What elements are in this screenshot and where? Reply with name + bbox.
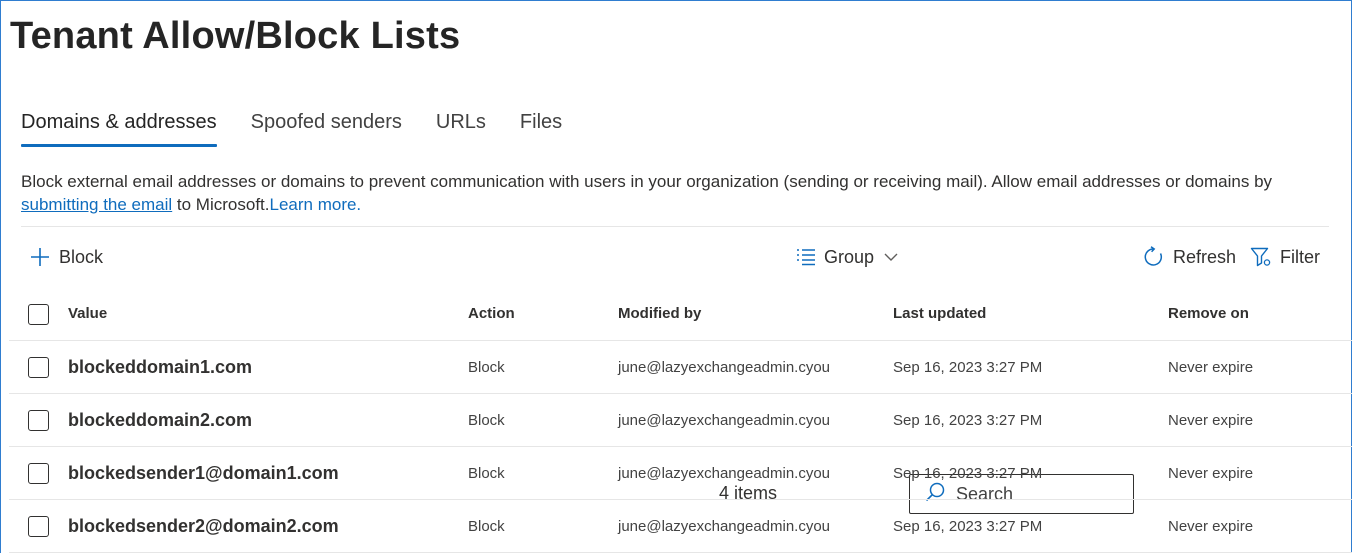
submitting-email-link[interactable]: submitting the email <box>21 195 172 214</box>
column-header-value[interactable]: Value <box>68 288 107 341</box>
cell-action: Block <box>468 465 505 482</box>
tab-files[interactable]: Files <box>520 109 562 147</box>
cell-value[interactable]: blockedsender1@domain1.com <box>68 447 339 500</box>
cell-remove-on: Never expire <box>1168 465 1254 482</box>
row-checkbox[interactable] <box>28 357 49 378</box>
chevron-down-icon <box>884 252 898 262</box>
table-row[interactable]: blockeddomain1.com Block june@lazyexchan… <box>9 341 1352 394</box>
list-icon <box>795 247 817 267</box>
filter-icon <box>1250 246 1272 268</box>
block-button[interactable]: Block <box>29 237 103 277</box>
row-checkbox[interactable] <box>28 516 49 537</box>
tab-spoofed-senders[interactable]: Spoofed senders <box>251 109 402 147</box>
cell-last-updated: Sep 16, 2023 3:27 PM <box>893 359 1043 376</box>
row-checkbox[interactable] <box>28 410 49 431</box>
description-text: Block external email addresses or domain… <box>21 172 1273 191</box>
cell-value[interactable]: blockedsender2@domain2.com <box>68 500 339 553</box>
page-description: Block external email addresses or domain… <box>21 170 1321 216</box>
group-label: Group <box>824 246 875 267</box>
cell-modified-by: june@lazyexchangeadmin.cyou <box>618 412 831 429</box>
column-header-remove-on[interactable]: Remove on <box>1168 288 1249 341</box>
cell-modified-by: june@lazyexchangeadmin.cyou <box>618 359 831 376</box>
cell-remove-on: Never expire <box>1168 518 1254 535</box>
cell-modified-by: june@lazyexchangeadmin.cyou <box>618 518 831 535</box>
learn-more-link[interactable]: Learn more. <box>270 195 362 214</box>
cell-last-updated: Sep 16, 2023 3:27 PM <box>893 465 1043 482</box>
page-title: Tenant Allow/Block Lists <box>10 15 461 57</box>
description-text-2: to Microsoft. <box>172 195 270 214</box>
refresh-button[interactable]: Refresh <box>1143 237 1236 277</box>
plus-icon <box>29 246 51 268</box>
entries-table: Value Action Modified by Last updated Re… <box>9 288 1352 553</box>
app-frame: Tenant Allow/Block Lists Domains & addre… <box>0 0 1352 553</box>
table-row[interactable]: blockedsender2@domain2.com Block june@la… <box>9 500 1352 553</box>
refresh-label: Refresh <box>1173 246 1237 267</box>
group-button[interactable]: Group <box>795 237 898 277</box>
column-header-modified-by[interactable]: Modified by <box>618 288 701 341</box>
cell-last-updated: Sep 16, 2023 3:27 PM <box>893 412 1043 429</box>
table-row[interactable]: blockedsender1@domain1.com Block june@la… <box>9 447 1352 500</box>
filter-button[interactable]: Filter <box>1250 237 1320 277</box>
tab-bar: Domains & addresses Spoofed senders URLs… <box>21 109 596 149</box>
block-label: Block <box>59 246 104 267</box>
cell-remove-on: Never expire <box>1168 412 1254 429</box>
cell-modified-by: june@lazyexchangeadmin.cyou <box>618 465 831 482</box>
tab-urls[interactable]: URLs <box>436 109 486 147</box>
refresh-icon <box>1143 246 1165 268</box>
cell-value[interactable]: blockeddomain1.com <box>68 341 252 394</box>
cell-remove-on: Never expire <box>1168 359 1254 376</box>
command-bar: Block 4 items Group Search Refresh Filte… <box>1 237 1352 514</box>
select-all-checkbox[interactable] <box>28 304 49 325</box>
cell-action: Block <box>468 359 505 376</box>
column-header-action[interactable]: Action <box>468 288 515 341</box>
cell-last-updated: Sep 16, 2023 3:27 PM <box>893 518 1043 535</box>
table-row[interactable]: blockeddomain2.com Block june@lazyexchan… <box>9 394 1352 447</box>
filter-label: Filter <box>1280 246 1320 267</box>
cell-action: Block <box>468 412 505 429</box>
cell-value[interactable]: blockeddomain2.com <box>68 394 252 447</box>
table-header-row: Value Action Modified by Last updated Re… <box>9 288 1352 341</box>
column-header-last-updated[interactable]: Last updated <box>893 288 986 341</box>
tab-domains-addresses[interactable]: Domains & addresses <box>21 109 217 147</box>
divider <box>21 226 1329 227</box>
cell-action: Block <box>468 518 505 535</box>
row-checkbox[interactable] <box>28 463 49 484</box>
